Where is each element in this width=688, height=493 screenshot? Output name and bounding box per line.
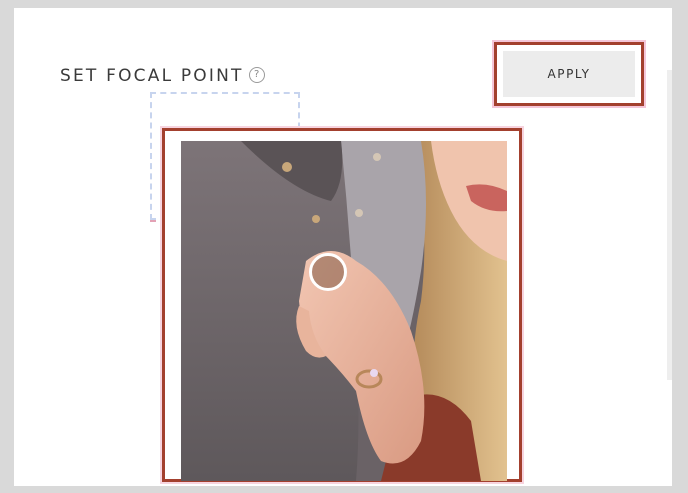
photo-illustration [181, 141, 507, 481]
focal-point-dialog: SET FOCAL POINT ? APPLY [14, 8, 672, 486]
apply-button[interactable]: APPLY [503, 51, 635, 97]
image-frame-highlight [162, 128, 522, 482]
focal-image[interactable] [181, 141, 507, 481]
title-row: SET FOCAL POINT ? [60, 66, 265, 86]
scrollbar[interactable] [667, 70, 672, 380]
dialog-title: SET FOCAL POINT [60, 66, 244, 86]
help-icon[interactable]: ? [248, 66, 265, 83]
focal-point-marker[interactable] [309, 253, 347, 291]
apply-button-highlight: APPLY [494, 42, 644, 106]
